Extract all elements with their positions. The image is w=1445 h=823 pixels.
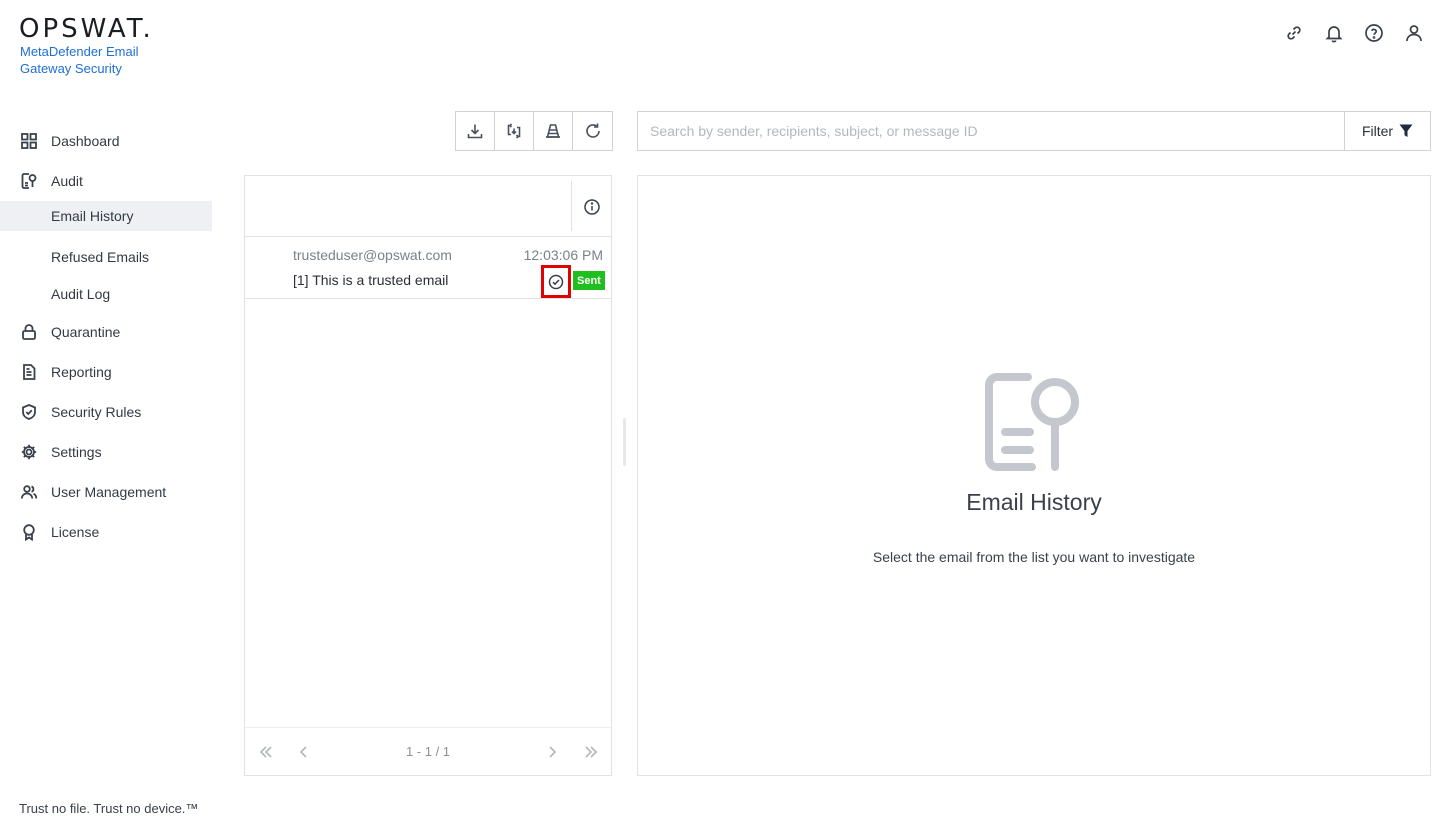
document-icon: [20, 363, 38, 381]
sidebar-item-label: License: [51, 524, 100, 540]
export-button[interactable]: [456, 112, 495, 150]
sync-icon: [507, 123, 521, 139]
release-button[interactable]: [534, 112, 573, 150]
bell-icon[interactable]: [1323, 22, 1345, 44]
funnel-icon: [1399, 124, 1413, 137]
opswat-logo[interactable]: OPSWAT.: [19, 14, 154, 44]
lock-icon: [20, 323, 38, 341]
product-name: MetaDefender Email Gateway Security: [20, 44, 139, 76]
sidebar-item-label: Reporting: [51, 364, 112, 380]
header-divider: [571, 181, 572, 231]
download-icon: [467, 124, 483, 139]
sidebar-item-user-management[interactable]: User Management: [0, 472, 212, 512]
check-circle-icon[interactable]: [541, 265, 571, 298]
gear-icon: [20, 443, 38, 461]
email-detail-panel: Email History Select the email from the …: [637, 175, 1431, 776]
pagination: 1 - 1 / 1: [245, 727, 611, 775]
empty-state-message: Select the email from the list you want …: [872, 549, 1196, 565]
sidebar-item-label: Settings: [51, 444, 102, 460]
sidebar-subitem-audit-log[interactable]: Audit Log: [0, 275, 212, 312]
next-page-icon[interactable]: [541, 741, 563, 763]
users-icon: [20, 483, 38, 501]
help-icon[interactable]: [1363, 22, 1385, 44]
email-row[interactable]: trusteduser@opswat.com 12:03:06 PM [1] T…: [245, 237, 611, 299]
sidebar-item-audit[interactable]: Audit: [0, 161, 212, 201]
sidebar-subitem-refused-emails[interactable]: Refused Emails: [0, 238, 212, 275]
filter-button[interactable]: Filter: [1344, 112, 1430, 150]
refresh-icon: [585, 123, 600, 138]
link-icon[interactable]: [1283, 22, 1305, 44]
tagline: Trust no file. Trust no device.™: [19, 801, 199, 816]
email-list-header: [245, 176, 611, 237]
sidebar-item-label: Audit: [51, 173, 83, 189]
search-bar: Filter: [637, 111, 1431, 151]
sidebar-item-label: Dashboard: [51, 133, 120, 149]
email-list-toolbar: [455, 111, 613, 151]
sidebar-item-reporting[interactable]: Reporting: [0, 352, 212, 392]
sidebar-item-label: Quarantine: [51, 324, 121, 340]
email-sender: trusteduser@opswat.com: [293, 247, 452, 263]
email-list-panel: trusteduser@opswat.com 12:03:06 PM [1] T…: [244, 175, 612, 776]
last-page-icon[interactable]: [580, 741, 602, 763]
badge-icon: [20, 523, 38, 541]
sidebar: OPSWAT. MetaDefender Email Gateway Secur…: [0, 0, 212, 823]
main-nav: Dashboard Audit Email History Refused Em…: [0, 121, 212, 552]
audit-icon: [20, 172, 38, 190]
sidebar-item-settings[interactable]: Settings: [0, 432, 212, 472]
header-actions: [1283, 22, 1425, 44]
info-icon[interactable]: [583, 198, 601, 216]
cone-icon: [546, 124, 560, 138]
shield-check-icon: [20, 403, 38, 421]
user-icon[interactable]: [1403, 22, 1425, 44]
empty-state-title: Email History: [966, 489, 1102, 515]
search-input[interactable]: [638, 112, 1344, 150]
audit-illustration-icon: [983, 372, 1083, 472]
reprocess-button[interactable]: [495, 112, 534, 150]
sidebar-subitem-email-history[interactable]: Email History: [0, 201, 212, 231]
sidebar-item-license[interactable]: License: [0, 512, 212, 552]
sidebar-item-quarantine[interactable]: Quarantine: [0, 312, 212, 352]
refresh-button[interactable]: [573, 112, 612, 150]
email-subject: [1] This is a trusted email: [293, 272, 449, 288]
sidebar-item-security-rules[interactable]: Security Rules: [0, 392, 212, 432]
panel-resize-handle[interactable]: [623, 418, 626, 466]
sidebar-item-label: Security Rules: [51, 404, 142, 420]
grid-icon: [20, 132, 38, 150]
sidebar-item-dashboard[interactable]: Dashboard: [0, 121, 212, 161]
status-badge: Sent: [573, 271, 605, 290]
email-time: 12:03:06 PM: [523, 247, 603, 263]
sidebar-item-label: User Management: [51, 484, 167, 500]
filter-label: Filter: [1361, 123, 1394, 139]
